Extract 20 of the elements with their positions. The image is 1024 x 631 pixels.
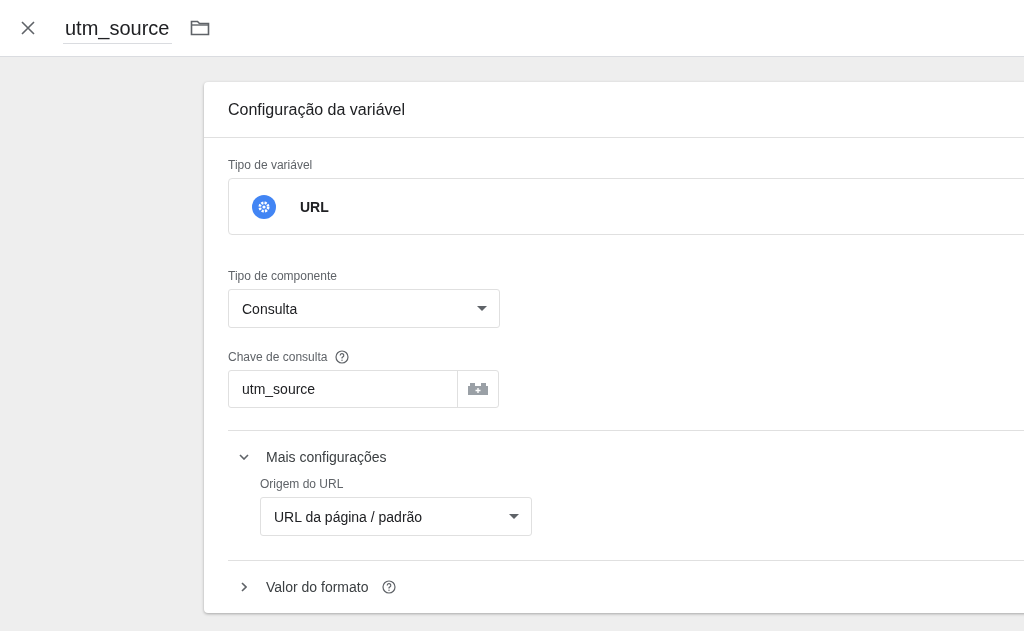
variable-name-field[interactable]: utm_source: [63, 12, 172, 44]
field-label: Tipo de componente: [228, 269, 337, 283]
dropdown-caret-icon: [509, 514, 519, 519]
variable-type-selector[interactable]: URL: [228, 178, 1024, 235]
gear-icon: [252, 194, 276, 219]
help-icon[interactable]: [382, 580, 397, 594]
blocks-icon: [468, 383, 488, 395]
section-title[interactable]: Valor do formato: [266, 579, 369, 595]
help-icon[interactable]: [335, 350, 350, 364]
section-title[interactable]: Mais configurações: [266, 449, 387, 465]
dropdown-caret-icon: [477, 306, 487, 311]
dropdown-field[interactable]: URL da página / padrão: [260, 497, 532, 536]
collapse-chevron-icon[interactable]: [236, 454, 252, 460]
field-label: Chave de consulta: [228, 350, 328, 364]
dropdown-field[interactable]: Consulta: [228, 289, 500, 328]
field-label: Origem do URL: [260, 477, 344, 491]
field-label: Tipo de variável: [228, 158, 313, 172]
folder-icon[interactable]: [189, 20, 210, 36]
card-title: Configuração da variável: [204, 82, 1024, 138]
close-button[interactable]: [19, 19, 37, 37]
